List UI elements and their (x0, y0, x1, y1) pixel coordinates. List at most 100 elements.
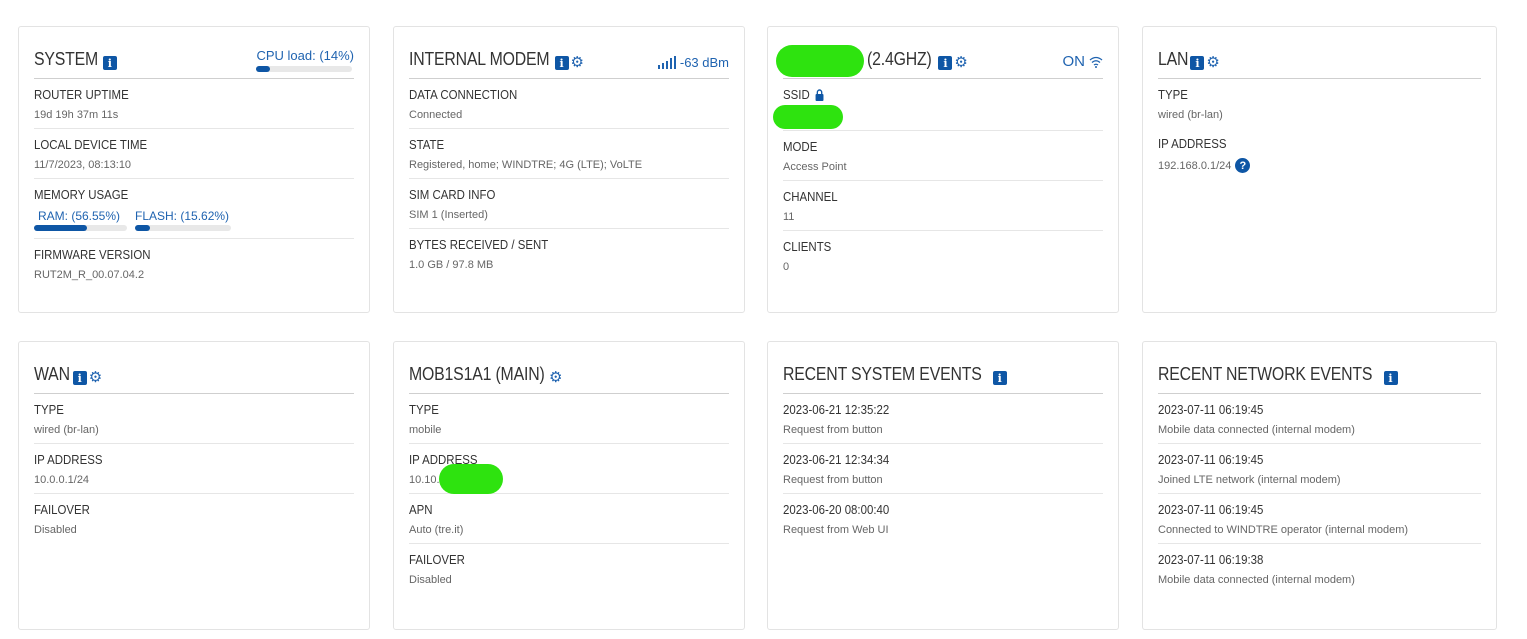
system-events-header: RECENT SYSTEM EVENTS i (783, 342, 1103, 394)
card-title: LAN (1158, 49, 1189, 69)
ip-label: IP ADDRESS (1158, 136, 1227, 151)
wan-header: WAN i ⚙ (34, 342, 354, 394)
clients-label: CLIENTS (783, 239, 832, 254)
event-row: 2023-07-11 06:19:38 Mobile data connecte… (1158, 544, 1481, 593)
gear-icon[interactable]: ⚙ (954, 55, 967, 70)
state-label: STATE (409, 137, 445, 152)
system-card: SYSTEM i CPU load: (14%) ROUTER UPTIME 1… (18, 26, 370, 313)
memory-label: MEMORY USAGE (34, 187, 129, 202)
mode-value: Access Point (783, 161, 847, 173)
card-title: INTERNAL MODEM (409, 49, 550, 69)
mode-row: MODE Access Point (783, 131, 1103, 181)
state-value: Registered, home; WINDTRE; 4G (LTE); VoL… (409, 159, 643, 171)
flash-link[interactable]: FLASH: (15.62%) (135, 209, 231, 223)
event-text: Mobile data connected (internal modem) (1158, 574, 1355, 586)
mob-ip-row: IP ADDRESS 10.10. (409, 444, 729, 494)
local-time-label: LOCAL DEVICE TIME (34, 137, 148, 152)
type-label: TYPE (34, 402, 64, 417)
info-icon[interactable]: i (72, 371, 87, 385)
cpu-load-fill (256, 66, 270, 72)
event-row: 2023-07-11 06:19:45 Mobile data connecte… (1158, 394, 1481, 444)
event-row: 2023-07-11 06:19:45 Joined LTE network (… (1158, 444, 1481, 494)
modem-card: INTERNAL MODEM i ⚙ -63 dBm DATA CONNECTI… (393, 26, 745, 313)
event-time: 2023-07-11 06:19:38 (1158, 552, 1264, 567)
event-time: 2023-07-11 06:19:45 (1158, 402, 1264, 417)
bytes-label: BYTES RECEIVED / SENT (409, 237, 549, 252)
gear-icon[interactable]: ⚙ (89, 370, 102, 385)
card-title: RECENT SYSTEM EVENTS (783, 364, 982, 384)
apn-value: Auto (tre.it) (409, 524, 464, 536)
type-label: TYPE (1158, 87, 1188, 102)
local-time-row: LOCAL DEVICE TIME 11/7/2023, 08:13:10 (34, 129, 354, 179)
lock-icon (815, 88, 824, 101)
lan-type-row: TYPE wired (br-lan) (1158, 79, 1481, 128)
event-time: 2023-06-20 08:00:40 (783, 502, 890, 517)
sim-row: SIM CARD INFO SIM 1 (Inserted) (409, 179, 729, 229)
ip-value: 10.0.0.1/24 (34, 474, 90, 486)
card-title: (2.4GHZ) (867, 49, 932, 69)
lan-header: LAN i ⚙ (1158, 27, 1481, 79)
failover-label: FAILOVER (34, 502, 90, 517)
ram-bar (34, 225, 127, 231)
event-time: 2023-07-11 06:19:45 (1158, 452, 1264, 467)
firmware-row: FIRMWARE VERSION RUT2M_R_00.07.04.2 (34, 239, 354, 288)
failover-value: Disabled (34, 524, 77, 536)
event-text: Request from button (783, 474, 883, 486)
channel-value: 11 (783, 211, 795, 223)
signal-strength: -63 dBm (679, 55, 729, 70)
bytes-row: BYTES RECEIVED / SENT 1.0 GB / 97.8 MB (409, 229, 729, 278)
type-value: wired (br-lan) (1158, 109, 1223, 121)
ssid-row: SSID (773, 79, 1103, 131)
info-icon[interactable]: i (938, 56, 953, 70)
cpu-load-link[interactable]: CPU load: (14%) (256, 48, 354, 63)
sim-value: SIM 1 (Inserted) (409, 209, 488, 221)
channel-row: CHANNEL 11 (783, 181, 1103, 231)
wifi-card: (2.4GHZ) i ⚙ ON SSID MODE Access Point C… (767, 26, 1119, 313)
ram-link[interactable]: RAM: (56.55%) (34, 209, 127, 223)
ip-label: IP ADDRESS (34, 452, 103, 467)
gear-icon[interactable]: ⚙ (1206, 55, 1219, 70)
wan-ip-row: IP ADDRESS 10.0.0.1/24 (34, 444, 354, 494)
event-row: 2023-06-21 12:34:34 Request from button (783, 444, 1103, 494)
gear-icon[interactable]: ⚙ (571, 55, 584, 70)
wifi-icon (1089, 56, 1103, 68)
gear-icon[interactable]: ⚙ (549, 370, 562, 385)
system-header: SYSTEM i CPU load: (14%) (34, 27, 354, 79)
event-time: 2023-07-11 06:19:45 (1158, 502, 1264, 517)
help-icon[interactable]: ? (1235, 158, 1251, 173)
cpu-load-bar (256, 66, 353, 72)
state-row: STATE Registered, home; WINDTRE; 4G (LTE… (409, 129, 729, 179)
type-value: mobile (409, 424, 442, 436)
ssid-label: SSID (783, 87, 1065, 102)
signal-icon (657, 56, 676, 69)
clients-row: CLIENTS 0 (783, 231, 1103, 280)
card-title: WAN (34, 364, 70, 384)
info-icon[interactable]: i (102, 56, 117, 70)
wan-type-row: TYPE wired (br-lan) (34, 394, 354, 444)
data-connection-row: DATA CONNECTION Connected (409, 79, 729, 129)
flash-fill (135, 225, 150, 231)
info-icon[interactable]: i (992, 371, 1007, 385)
info-icon[interactable]: i (554, 56, 569, 70)
wifi-status-toggle[interactable]: ON (1063, 53, 1086, 70)
channel-label: CHANNEL (783, 189, 838, 204)
event-text: Request from Web UI (783, 524, 889, 536)
event-time: 2023-06-21 12:34:34 (783, 452, 890, 467)
event-text: Connected to WINDTRE operator (internal … (1158, 524, 1409, 536)
event-text: Mobile data connected (internal modem) (1158, 424, 1355, 436)
mobile-interface-card: MOB1S1A1 (MAIN) ⚙ TYPE mobile IP ADDRESS… (393, 341, 745, 630)
event-text: Request from button (783, 424, 883, 436)
event-text: Joined LTE network (internal modem) (1158, 474, 1341, 486)
card-title: MOB1S1A1 (MAIN) (409, 364, 545, 384)
mob-apn-row: APN Auto (tre.it) (409, 494, 729, 544)
apn-label: APN (409, 502, 433, 517)
wan-card: WAN i ⚙ TYPE wired (br-lan) IP ADDRESS 1… (18, 341, 370, 630)
memory-row: MEMORY USAGE RAM: (56.55%) FLASH: (15.62… (34, 179, 354, 239)
event-row: 2023-06-20 08:00:40 Request from Web UI (783, 494, 1103, 543)
uptime-row: ROUTER UPTIME 19d 19h 37m 11s (34, 79, 354, 129)
uptime-label: ROUTER UPTIME (34, 87, 129, 102)
info-icon[interactable]: i (1383, 371, 1398, 385)
redaction-mark (439, 464, 503, 494)
info-icon[interactable]: i (1190, 56, 1205, 70)
event-row: 2023-06-21 12:35:22 Request from button (783, 394, 1103, 444)
